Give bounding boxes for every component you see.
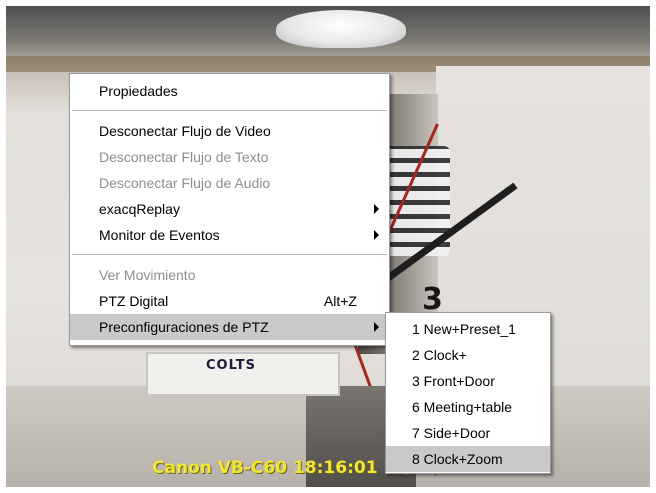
preset-item-clock-zoom[interactable]: 8 Clock+Zoom: [386, 446, 550, 472]
preset-label: 3 Front+Door: [412, 373, 495, 389]
preset-label: 1 New+Preset_1: [412, 321, 516, 337]
license-plate-text: COLTS: [206, 358, 256, 373]
menu-item-exacqreplay[interactable]: exacqReplay: [70, 196, 389, 222]
menu-separator: [72, 110, 387, 111]
menu-item-label: Monitor de Eventos: [99, 227, 220, 243]
preset-label: 2 Clock+: [412, 347, 467, 363]
preset-label: 6 Meeting+table: [412, 399, 513, 415]
menu-item-view-motion: Ver Movimiento: [70, 262, 389, 288]
menu-item-label: Desconectar Flujo de Texto: [99, 149, 269, 165]
submenu-arrow-icon: [374, 230, 379, 240]
menu-item-label: Desconectar Flujo de Video: [99, 123, 271, 139]
menu-item-label: Preconfiguraciones de PTZ: [99, 319, 269, 335]
menu-item-label: Ver Movimiento: [99, 267, 196, 283]
preset-item-meeting-table[interactable]: 6 Meeting+table: [386, 394, 550, 420]
ptz-presets-submenu: 1 New+Preset_1 2 Clock+ 3 Front+Door 6 M…: [385, 312, 551, 474]
preset-item-clock[interactable]: 2 Clock+: [386, 342, 550, 368]
menu-item-label: PTZ Digital: [99, 293, 169, 309]
context-menu: Propiedades Desconectar Flujo de Video D…: [69, 73, 390, 346]
menu-item-disconnect-text: Desconectar Flujo de Texto: [70, 144, 389, 170]
preset-item-new-preset-1[interactable]: 1 New+Preset_1: [386, 316, 550, 342]
menu-item-label: exacqReplay: [99, 201, 180, 217]
menu-item-shortcut: Alt+Z: [323, 293, 357, 309]
menu-item-disconnect-audio: Desconectar Flujo de Audio: [70, 170, 389, 196]
submenu-arrow-icon: [374, 322, 379, 332]
menu-item-event-monitor[interactable]: Monitor de Eventos: [70, 222, 389, 248]
menu-item-propiedades[interactable]: Propiedades: [70, 78, 389, 104]
dome-camera: [276, 10, 406, 48]
preset-item-side-door[interactable]: 7 Side+Door: [386, 420, 550, 446]
menu-item-ptz-presets[interactable]: Preconfiguraciones de PTZ: [70, 314, 389, 340]
submenu-arrow-icon: [374, 204, 379, 214]
preset-label: 8 Clock+Zoom: [412, 451, 503, 467]
preset-label: 7 Side+Door: [412, 425, 491, 441]
preset-item-front-door[interactable]: 3 Front+Door: [386, 368, 550, 394]
menu-item-label: Desconectar Flujo de Audio: [99, 175, 271, 191]
menu-item-label: Propiedades: [99, 83, 178, 99]
menu-item-disconnect-video[interactable]: Desconectar Flujo de Video: [70, 118, 389, 144]
menu-separator: [72, 254, 387, 255]
menu-item-digital-ptz[interactable]: PTZ Digital Alt+Z: [70, 288, 389, 314]
